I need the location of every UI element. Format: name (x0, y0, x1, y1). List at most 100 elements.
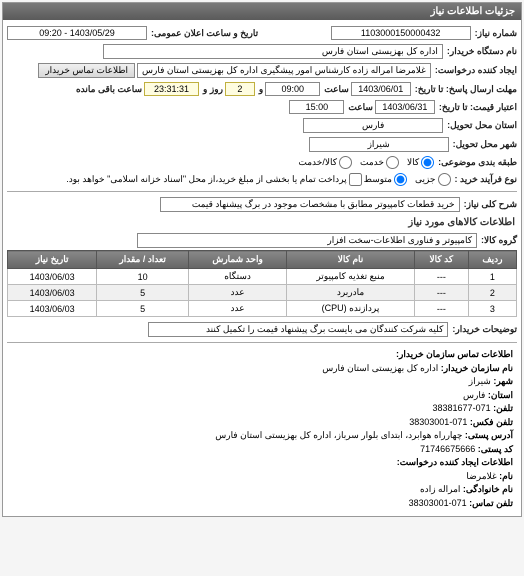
contact-info-button[interactable]: اطلاعات تماس خریدار (38, 63, 135, 78)
row-classification: طبقه بندی موضوعی: کالا خدمت کالا/خدمت (7, 154, 517, 171)
th-date[interactable]: تاریخ نیاز (8, 251, 97, 269)
row-buyer-note: توضیحات خریدار: کلیه شرکت کنندگان می بای… (7, 320, 517, 339)
cell-date: 1403/06/03 (8, 269, 97, 285)
cell-unit: دستگاه (188, 269, 286, 285)
contact-fax: 071-38303001 (409, 417, 467, 427)
validity-date: 1403/06/31 (375, 100, 435, 114)
delivery-city-label: شهر محل تحویل: (453, 139, 517, 150)
contact-fax-label: تلفن فکس: (470, 417, 513, 427)
separator-1 (7, 191, 517, 192)
deadline-send-date: 1403/06/01 (351, 82, 411, 96)
items-table: ردیف کد کالا نام کالا واحد شمارش تعداد /… (7, 250, 517, 317)
cell-qty: 10 (97, 269, 189, 285)
row-request-number: شماره نیاز: 1103000150000432 تاریخ و ساع… (7, 24, 517, 42)
contact-post: 71746675666 (420, 444, 475, 454)
request-number-label: شماره نیاز: (475, 28, 517, 39)
contact-org-label: نام سازمان خریدار: (441, 363, 513, 373)
class-radio-service[interactable] (386, 156, 399, 169)
details-panel: جزئیات اطلاعات نیاز شماره نیاز: 11030001… (2, 2, 522, 517)
remain-and: و (259, 84, 263, 95)
creator-name-label: نام: (499, 471, 513, 481)
delivery-prov-value: فارس (303, 118, 443, 133)
cell-qty: 5 (97, 301, 189, 317)
th-idx[interactable]: ردیف (468, 251, 516, 269)
proc-radio-medium[interactable] (394, 173, 407, 186)
creator-label: ایجاد کننده درخواست: (435, 65, 517, 76)
th-code[interactable]: کد کالا (414, 251, 468, 269)
org-label: نام دستگاه خریدار: (447, 46, 517, 57)
table-row[interactable]: 2---مادربردعدد51403/06/03 (8, 285, 517, 301)
delivery-city-value: شیراز (309, 137, 449, 152)
remain-time: 23:31:31 (144, 82, 199, 96)
creator-header: اطلاعات ایجاد کننده درخواست: (397, 457, 513, 467)
cell-date: 1403/06/03 (8, 301, 97, 317)
cell-unit: عدد (188, 285, 286, 301)
class-opt-goods[interactable]: کالا (407, 156, 434, 169)
row-creator: ایجاد کننده درخواست: غلامرضا امراله زاده… (7, 61, 517, 80)
th-qty[interactable]: تعداد / مقدار (97, 251, 189, 269)
remain-days: 2 (225, 82, 255, 96)
contact-post-label: کد پستی: (478, 444, 513, 454)
items-table-body: 1---منبع تغذیه کامپیوتردستگاه101403/06/0… (8, 269, 517, 317)
row-delivery-city: شهر محل تحویل: شیراز (7, 135, 517, 154)
cell-idx: 3 (468, 301, 516, 317)
cell-code: --- (414, 285, 468, 301)
time-label-1: ساعت (324, 84, 349, 95)
remain-suffix: ساعت باقی مانده (76, 84, 142, 95)
contact-info-block: اطلاعات تماس سازمان خریدار: نام سازمان خ… (7, 346, 517, 512)
validity-label: اعتبار قیمت: تا تاریخ: (439, 102, 517, 113)
class-opt-service[interactable]: خدمت (360, 156, 399, 169)
cell-code: --- (414, 301, 468, 317)
class-opt-both[interactable]: کالا/خدمت (298, 156, 352, 169)
contact-addr-label: آدرس پستی: (465, 430, 513, 440)
separator-2 (7, 342, 517, 343)
row-org: نام دستگاه خریدار: اداره کل بهزیستی استا… (7, 42, 517, 61)
proc-radio-group: جزیی متوسط (364, 173, 451, 186)
table-row[interactable]: 1---منبع تغذیه کامپیوتردستگاه101403/06/0… (8, 269, 517, 285)
class-radio-both[interactable] (339, 156, 352, 169)
validity-time: 15:00 (289, 100, 344, 114)
org-value: اداره کل بهزیستی استان فارس (103, 44, 443, 59)
items-table-head: ردیف کد کالا نام کالا واحد شمارش تعداد /… (8, 251, 517, 269)
group-label: گروه کالا: (481, 235, 517, 246)
cell-date: 1403/06/03 (8, 285, 97, 301)
cell-idx: 2 (468, 285, 516, 301)
proc-note-text: پرداخت تمام یا بخشی از مبلغ خرید،از محل … (66, 174, 346, 185)
class-radio-goods[interactable] (421, 156, 434, 169)
row-validity: اعتبار قیمت: تا تاریخ: 1403/06/31 ساعت 1… (7, 98, 517, 116)
th-unit[interactable]: واحد شمارش (188, 251, 286, 269)
delivery-prov-label: استان محل تحویل: (447, 120, 517, 131)
row-group: گروه کالا: کامپیوتر و فناوری اطلاعات-سخت… (7, 231, 517, 250)
class-label: طبقه بندی موضوعی: (438, 157, 517, 168)
proc-opt-medium[interactable]: متوسط (364, 173, 407, 186)
creator-fam: امراله زاده (420, 484, 460, 494)
th-name[interactable]: نام کالا (287, 251, 415, 269)
buyer-note-value: کلیه شرکت کنندگان می بایست برگ پیشنهاد ق… (148, 322, 448, 337)
proc-note-checkbox[interactable] (349, 173, 362, 186)
cell-idx: 1 (468, 269, 516, 285)
contact-prov: فارس (463, 390, 485, 400)
contact-tel-label: تلفن: (493, 403, 513, 413)
contact-prov-label: استان: (488, 390, 513, 400)
cell-name: پردازنده (CPU) (287, 301, 415, 317)
class-radio-group: کالا خدمت کالا/خدمت (298, 156, 434, 169)
proc-note-check[interactable]: پرداخت تمام یا بخشی از مبلغ خرید،از محل … (66, 173, 361, 186)
contact-org: اداره کل بهزیستی استان فارس (322, 363, 438, 373)
row-process: نوع فرآیند خرید : جزیی متوسط پرداخت تمام… (7, 171, 517, 188)
time-label-2: ساعت (348, 102, 373, 113)
announce-value: 1403/05/29 - 09:20 (7, 26, 147, 40)
proc-opt-minor[interactable]: جزیی (415, 173, 451, 186)
row-deadline-send: مهلت ارسال پاسخ: تا تاریخ: 1403/06/01 سا… (7, 80, 517, 98)
creator-tel: 071-38303001 (409, 498, 467, 508)
proc-radio-minor[interactable] (438, 173, 451, 186)
row-need-title: شرح کلی نیاز: خرید قطعات کامپیوتر مطابق … (7, 195, 517, 214)
proc-label: نوع فرآیند خرید : (455, 174, 518, 185)
deadline-send-time: 09:00 (265, 82, 320, 96)
cell-qty: 5 (97, 285, 189, 301)
cell-name: منبع تغذیه کامپیوتر (287, 269, 415, 285)
table-row[interactable]: 3---پردازنده (CPU)عدد51403/06/03 (8, 301, 517, 317)
creator-name: غلامرضا (466, 471, 496, 481)
contact-city: شیراز (469, 376, 491, 386)
contact-header: اطلاعات تماس سازمان خریدار: (396, 349, 513, 359)
creator-fam-label: نام خانوادگی: (463, 484, 513, 494)
